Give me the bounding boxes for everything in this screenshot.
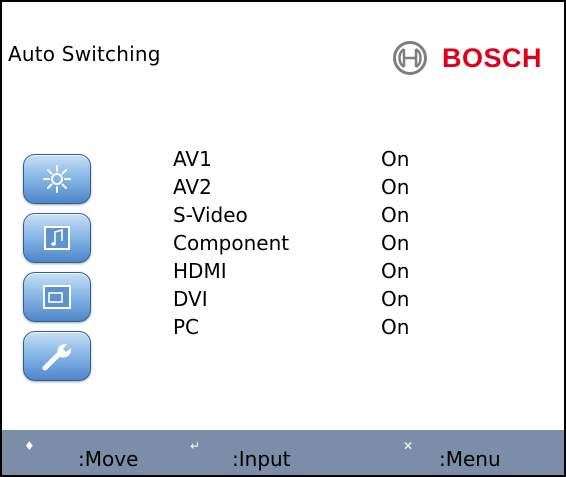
setting-value[interactable]: On bbox=[381, 315, 409, 339]
setting-row-av1[interactable]: AV1 On bbox=[173, 145, 409, 173]
bosch-armature-icon bbox=[393, 41, 427, 75]
setup-menu-button[interactable] bbox=[23, 331, 91, 381]
setting-value[interactable]: On bbox=[381, 147, 409, 171]
setting-row-hdmi[interactable]: HDMI On bbox=[173, 257, 409, 285]
setting-label: DVI bbox=[173, 287, 208, 311]
key-hint-bar: ♦ :Move ↵ :Input ✕ :Menu bbox=[2, 430, 564, 475]
setting-row-component[interactable]: Component On bbox=[173, 229, 409, 257]
menu-category-toolbar bbox=[23, 154, 91, 381]
enter-icon: ↵ bbox=[190, 439, 201, 453]
setting-label: AV1 bbox=[173, 147, 212, 171]
setting-value[interactable]: On bbox=[381, 175, 409, 199]
display-icon bbox=[43, 285, 71, 309]
setting-row-pc[interactable]: PC On bbox=[173, 313, 409, 341]
display-menu-button[interactable] bbox=[23, 272, 91, 322]
move-hint-label: :Move bbox=[78, 447, 139, 471]
auto-switching-list: AV1 On AV2 On S-Video On Component On HD… bbox=[173, 145, 409, 341]
setting-value[interactable]: On bbox=[381, 203, 409, 227]
menu-hint-label: :Menu bbox=[439, 447, 501, 471]
up-down-arrow-icon: ♦ bbox=[24, 439, 35, 453]
close-icon: ✕ bbox=[403, 439, 414, 453]
brightness-icon bbox=[43, 165, 71, 193]
setting-row-s-video[interactable]: S-Video On bbox=[173, 201, 409, 229]
setting-label: HDMI bbox=[173, 259, 227, 283]
setting-label: AV2 bbox=[173, 175, 212, 199]
setting-row-dvi[interactable]: DVI On bbox=[173, 285, 409, 313]
setting-value[interactable]: On bbox=[381, 259, 409, 283]
audio-menu-button[interactable] bbox=[23, 213, 91, 263]
setting-value[interactable]: On bbox=[381, 287, 409, 311]
page-title: Auto Switching bbox=[8, 42, 161, 66]
input-hint-label: :Input bbox=[232, 447, 291, 471]
setting-row-av2[interactable]: AV2 On bbox=[173, 173, 409, 201]
osd-screen: Auto Switching BOSCH AV1 On AV2 On S-Vid… bbox=[0, 0, 566, 477]
brand-name: BOSCH bbox=[442, 42, 543, 73]
setting-label: S-Video bbox=[173, 203, 248, 227]
setting-label: Component bbox=[173, 231, 290, 255]
brand-logo: BOSCH bbox=[392, 40, 542, 76]
wrench-icon bbox=[42, 343, 72, 371]
setting-label: PC bbox=[173, 315, 200, 339]
picture-menu-button[interactable] bbox=[23, 154, 91, 204]
audio-icon bbox=[44, 226, 70, 250]
setting-value[interactable]: On bbox=[381, 231, 409, 255]
